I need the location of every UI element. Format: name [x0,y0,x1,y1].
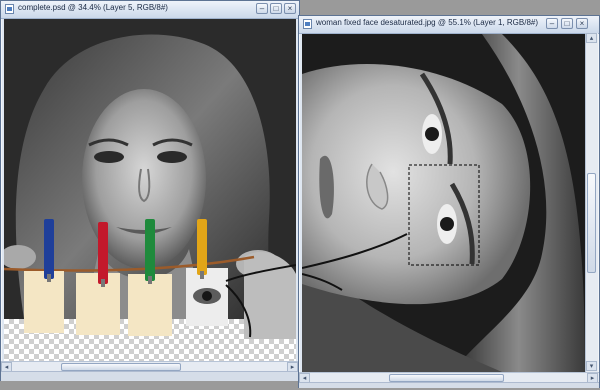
vertical-scroll-thumb[interactable] [587,173,596,273]
scroll-thumb[interactable] [389,374,504,382]
document-icon [303,19,312,29]
close-button[interactable]: × [284,3,296,14]
window-titlebar[interactable]: complete.psd @ 34.4% (Layer 5, RGB/8#) –… [1,1,299,19]
minimize-button[interactable]: – [256,3,268,14]
window-title: complete.psd @ 34.4% (Layer 5, RGB/8#) [18,3,168,12]
clothespin-red [98,222,108,284]
left-eye [94,151,124,163]
clothespin-yellow [197,219,207,275]
scroll-up-button[interactable]: ▴ [586,33,597,43]
clothespin-green [145,219,155,281]
clothespin-blue [44,219,54,279]
status-bar [1,371,299,381]
document-canvas[interactable] [302,34,585,372]
scroll-down-button[interactable]: ▾ [586,361,597,371]
minimize-button[interactable]: – [546,18,558,29]
document-canvas[interactable] [4,19,296,364]
status-bar [299,382,599,388]
paper-note-1 [24,271,64,333]
window-title: woman fixed face desaturated.jpg @ 55.1%… [316,18,539,27]
document-icon [5,4,14,14]
paper-note-2 [76,273,120,335]
right-eye [157,151,187,163]
window-titlebar[interactable]: woman fixed face desaturated.jpg @ 55.1%… [299,16,599,34]
vertical-scrollbar[interactable]: ▴ ▾ [585,33,598,372]
maximize-button[interactable]: □ [561,18,573,29]
close-button[interactable]: × [576,18,588,29]
composition-artwork [4,19,296,339]
document-window-complete-psd[interactable]: complete.psd @ 34.4% (Layer 5, RGB/8#) –… [0,0,300,381]
scroll-thumb[interactable] [61,363,181,371]
maximize-button[interactable]: □ [270,3,282,14]
portrait-artwork [302,34,585,372]
document-window-woman-fixed-face[interactable]: woman fixed face desaturated.jpg @ 55.1%… [298,15,600,388]
